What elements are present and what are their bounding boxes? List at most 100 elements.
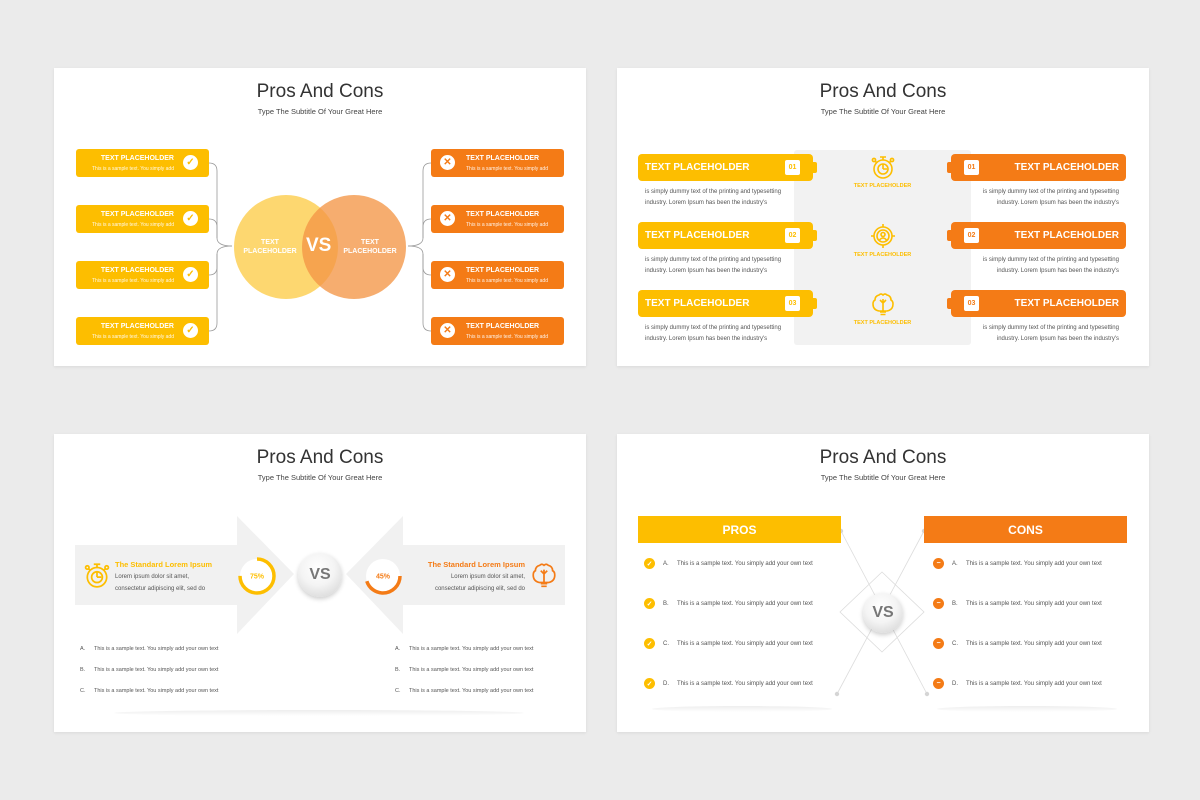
pro-description: is simply dummy text of the printing and…	[645, 325, 782, 342]
right-list-item: C. This is a sample text. You simply add …	[395, 688, 534, 694]
brain-bulb-icon	[532, 563, 556, 588]
pro-text: This is a sample text. You simply add	[92, 278, 174, 284]
center-feature: TEXT PLACEHOLDER	[794, 223, 971, 258]
right-progress-ring: 45%	[364, 557, 402, 595]
center-feature: TEXT PLACEHOLDER	[794, 291, 971, 326]
right-percent-label: 45%	[376, 574, 391, 581]
con-list-item: − D. This is a sample text. You simply add…	[933, 678, 1102, 689]
check-circle-icon: ✓	[183, 267, 198, 282]
check-circle-icon: ✓	[183, 323, 198, 338]
stopwatch-icon	[871, 156, 894, 179]
pro-heading: TEXT PLACEHOLDER	[100, 211, 174, 218]
slide-subtitle: Type The Subtitle Of Your Great Here	[820, 107, 946, 116]
x-circle-icon: ✕	[440, 323, 455, 338]
con-heading: TEXT PLACEHOLDER	[1014, 298, 1119, 309]
pro-item[interactable]: TEXT PLACEHOLDER This is a sample text. …	[76, 205, 209, 233]
con-list-item: − B. This is a sample text. You simply add…	[933, 598, 1102, 609]
vs-badge: VS	[298, 553, 342, 597]
con-description: is simply dummy text of the printing and…	[982, 325, 1119, 342]
con-heading: TEXT PLACEHOLDER	[1014, 162, 1119, 173]
cons-header: CONS	[924, 516, 1127, 543]
pro-list-item: ✓ C. This is a sample text. You simply add…	[644, 638, 813, 649]
left-list-item: C. This is a sample text. You simply add …	[80, 688, 219, 694]
pro-text: This is a sample text. You simply add	[92, 166, 174, 172]
x-circle-icon: ✕	[440, 267, 455, 282]
pro-list-item: ✓ B. This is a sample text. You simply add…	[644, 598, 813, 609]
con-list-item: − C. This is a sample text. You simply add…	[933, 638, 1102, 649]
pro-heading: TEXT PLACEHOLDER	[645, 162, 750, 173]
left-percent-label: 75%	[250, 574, 265, 581]
con-heading: TEXT PLACEHOLDER	[466, 211, 540, 218]
right-heading: The Standard Lorem Ipsum	[427, 560, 525, 569]
pro-text: This is a sample text. You simply add	[92, 222, 174, 228]
pro-item[interactable]: TEXT PLACEHOLDER This is a sample text. …	[76, 149, 209, 177]
slide-venn-pros-cons[interactable]: Pros And Cons Type The Subtitle Of Your …	[54, 68, 586, 366]
left-heading: The Standard Lorem Ipsum	[115, 560, 213, 569]
check-circle-icon: ✓	[183, 155, 198, 170]
stopwatch-icon	[84, 563, 110, 588]
con-heading: TEXT PLACEHOLDER	[1014, 230, 1119, 241]
con-heading: TEXT PLACEHOLDER	[466, 267, 540, 274]
con-item[interactable]: ✕ TEXT PLACEHOLDER This is a sample text…	[431, 261, 564, 289]
con-tab[interactable]: 02 TEXT PLACEHOLDER	[947, 222, 1126, 249]
minus-circle-icon: −	[933, 638, 944, 649]
slide-title: Pros And Cons	[819, 81, 947, 102]
con-text: This is a sample text. You simply add	[466, 278, 548, 284]
slide-list-pros-cons[interactable]: Pros And Cons Type The Subtitle Of Your …	[617, 434, 1149, 732]
pro-list-item: ✓ A. This is a sample text. You simply add…	[644, 558, 813, 569]
check-circle-icon: ✓	[644, 598, 655, 609]
venn-left-label: TEXT PLACEHOLDER	[243, 239, 297, 255]
con-description: is simply dummy text of the printing and…	[982, 189, 1119, 206]
pro-item[interactable]: TEXT PLACEHOLDER This is a sample text. …	[76, 317, 209, 345]
left-list-item: A. This is a sample text. You simply add …	[80, 646, 219, 652]
con-text: This is a sample text. You simply add	[466, 166, 548, 172]
pro-description: is simply dummy text of the printing and…	[645, 257, 782, 274]
check-circle-icon: ✓	[183, 211, 198, 226]
x-circle-icon: ✕	[440, 211, 455, 226]
card-shadow	[114, 710, 524, 716]
pro-description: is simply dummy text of the printing and…	[645, 189, 782, 206]
pro-tab[interactable]: TEXT PLACEHOLDER 02	[638, 222, 817, 249]
con-tab[interactable]: 01 TEXT PLACEHOLDER	[947, 154, 1126, 181]
minus-circle-icon: −	[933, 558, 944, 569]
con-tab[interactable]: 03 TEXT PLACEHOLDER	[947, 290, 1126, 317]
vs-badge: VS	[863, 593, 903, 633]
slide-arrows-pros-cons[interactable]: Pros And Cons Type The Subtitle Of Your …	[54, 434, 586, 732]
right-description: Lorem ipsum dolor sit amet, consectetur a…	[434, 574, 525, 592]
minus-circle-icon: −	[933, 598, 944, 609]
minus-circle-icon: −	[933, 678, 944, 689]
x-circle-icon: ✕	[440, 155, 455, 170]
center-feature-label: TEXT PLACEHOLDER	[853, 320, 912, 326]
target-user-icon	[870, 224, 895, 248]
pro-item[interactable]: TEXT PLACEHOLDER This is a sample text. …	[76, 261, 209, 289]
right-list-item: A. This is a sample text. You simply add …	[395, 646, 534, 652]
con-text: This is a sample text. You simply add	[466, 222, 548, 228]
pro-heading: TEXT PLACEHOLDER	[100, 323, 174, 330]
pro-tab[interactable]: TEXT PLACEHOLDER 01	[638, 154, 817, 181]
pro-heading: TEXT PLACEHOLDER	[100, 267, 174, 274]
pros-header: PROS	[638, 516, 841, 543]
con-item[interactable]: ✕ TEXT PLACEHOLDER This is a sample text…	[431, 149, 564, 177]
center-feature: TEXT PLACEHOLDER	[794, 154, 971, 189]
left-progress-ring: 75%	[238, 557, 276, 595]
card-shadow	[937, 706, 1117, 712]
pro-heading: TEXT PLACEHOLDER	[645, 230, 750, 241]
pro-list-item: ✓ D. This is a sample text. You simply add…	[644, 678, 813, 689]
con-list-item: − A. This is a sample text. You simply add…	[933, 558, 1102, 569]
venn-right-label: TEXT PLACEHOLDER	[343, 239, 397, 255]
brain-bulb-icon	[871, 293, 894, 316]
pro-tab[interactable]: TEXT PLACEHOLDER 03	[638, 290, 817, 317]
slide-numbered-pros-cons[interactable]: Pros And Cons Type The Subtitle Of Your …	[617, 68, 1149, 366]
check-circle-icon: ✓	[644, 678, 655, 689]
right-list-item: B. This is a sample text. You simply add …	[395, 667, 534, 673]
center-feature-label: TEXT PLACEHOLDER	[853, 183, 912, 189]
pro-heading: TEXT PLACEHOLDER	[100, 155, 174, 162]
card-shadow	[652, 706, 832, 712]
pro-text: This is a sample text. You simply add	[92, 334, 174, 340]
con-heading: TEXT PLACEHOLDER	[466, 155, 540, 162]
con-item[interactable]: ✕ TEXT PLACEHOLDER This is a sample text…	[431, 317, 564, 345]
con-item[interactable]: ✕ TEXT PLACEHOLDER This is a sample text…	[431, 205, 564, 233]
con-heading: TEXT PLACEHOLDER	[466, 323, 540, 330]
pro-heading: TEXT PLACEHOLDER	[645, 298, 750, 309]
check-circle-icon: ✓	[644, 638, 655, 649]
